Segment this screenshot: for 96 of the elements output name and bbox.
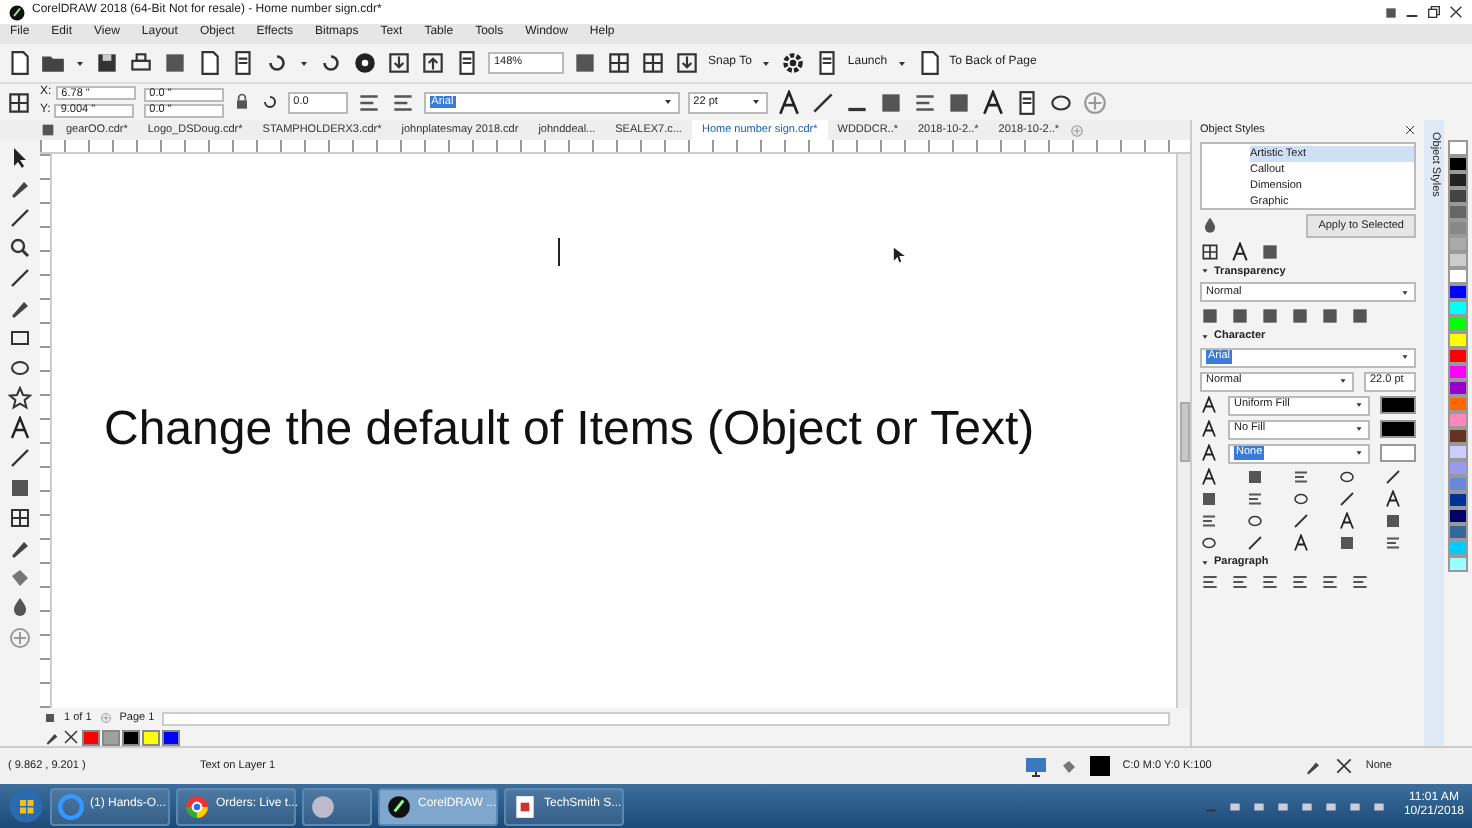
palette-color[interactable]	[1448, 396, 1468, 412]
collapse-icon	[1200, 331, 1210, 342]
palette-color[interactable]	[1448, 412, 1468, 428]
no-outline-icon	[1333, 756, 1354, 776]
no-color-swatch-icon[interactable]	[62, 728, 80, 746]
alignment-icon[interactable]	[1350, 572, 1370, 593]
palette-color[interactable]	[1448, 236, 1468, 252]
caret-icon	[1338, 376, 1348, 387]
palette-color[interactable]	[1448, 540, 1468, 556]
caret-icon	[749, 96, 762, 108]
lock-icon[interactable]	[231, 92, 252, 112]
text-cursor	[558, 238, 560, 266]
alignment-icon[interactable]	[1200, 572, 1220, 593]
caret-icon	[1400, 287, 1410, 298]
close-icon[interactable]	[1404, 124, 1416, 136]
palette-color[interactable]	[1448, 348, 1468, 364]
alignment-icon[interactable]	[1260, 572, 1280, 593]
color-well[interactable]	[1380, 420, 1416, 439]
pen-icon[interactable]	[8, 296, 32, 320]
caret-icon[interactable]	[895, 57, 908, 69]
app-logo-icon	[8, 3, 26, 21]
save-icon[interactable]	[94, 50, 120, 76]
caret-icon[interactable]	[759, 57, 772, 69]
restore-icon[interactable]	[1426, 4, 1442, 20]
redo-icon[interactable]	[318, 50, 344, 76]
palette-color[interactable]	[1448, 460, 1468, 476]
grid-icon[interactable]	[640, 50, 666, 76]
ball-icon[interactable]	[352, 50, 378, 76]
close-icon[interactable]	[1448, 4, 1464, 20]
start-button-icon[interactable]	[8, 788, 44, 824]
palette-color[interactable]	[1448, 172, 1468, 188]
undo-icon[interactable]	[264, 50, 290, 76]
palette-color[interactable]	[1448, 188, 1468, 204]
palette-color[interactable]	[1448, 524, 1468, 540]
alignment-icon[interactable]	[1290, 572, 1310, 593]
palette-color[interactable]	[1448, 444, 1468, 460]
line-icon[interactable]	[8, 446, 32, 470]
horizontal-scrollbar[interactable]	[162, 711, 1170, 725]
palette-color[interactable]	[1448, 140, 1468, 156]
palette-color[interactable]	[1448, 332, 1468, 348]
color-swatch[interactable]	[122, 729, 140, 745]
rotate-icon[interactable]	[259, 92, 280, 112]
page-icon[interactable]	[915, 50, 942, 76]
rectangle-icon[interactable]	[8, 326, 32, 350]
alignment-icon[interactable]	[1230, 572, 1250, 593]
caret-icon[interactable]	[74, 57, 86, 69]
palette-color[interactable]	[1448, 204, 1468, 220]
caret-icon	[1354, 448, 1364, 459]
palette-color[interactable]	[1448, 316, 1468, 332]
settings-icon[interactable]	[779, 50, 806, 76]
print-icon[interactable]	[128, 50, 154, 76]
collapse-icon	[1200, 557, 1210, 568]
position-icon[interactable]	[6, 89, 32, 115]
color-well[interactable]	[1380, 396, 1416, 415]
eyedropper-icon[interactable]	[8, 536, 32, 560]
color-swatch[interactable]	[102, 729, 120, 745]
vertical-scrollbar[interactable]	[1176, 154, 1190, 708]
caret-icon	[661, 96, 674, 108]
star-icon[interactable]	[8, 386, 32, 410]
palette-color[interactable]	[1448, 364, 1468, 380]
palette-color[interactable]	[1448, 428, 1468, 444]
palette-color[interactable]	[1448, 556, 1468, 572]
palette-color[interactable]	[1448, 156, 1468, 172]
palette-color[interactable]	[1448, 268, 1468, 284]
palette-color[interactable]	[1448, 508, 1468, 524]
collapse-icon	[1200, 266, 1210, 277]
palette-color[interactable]	[1448, 492, 1468, 508]
pointer-icon[interactable]	[8, 146, 32, 170]
import-icon[interactable]	[386, 50, 412, 76]
color-swatch[interactable]	[82, 729, 100, 745]
text-icon[interactable]	[8, 416, 32, 440]
caret-icon	[1354, 424, 1364, 435]
taskbar-button[interactable]	[302, 787, 372, 825]
palette-color[interactable]	[1448, 252, 1468, 268]
canvas-text: Change the default of Items (Object or Text)	[104, 402, 1035, 460]
palette-color[interactable]	[1448, 380, 1468, 396]
zoom-icon[interactable]	[8, 236, 32, 260]
palette-color[interactable]	[1448, 476, 1468, 492]
caret-icon	[1354, 400, 1364, 411]
color-well[interactable]	[1380, 444, 1416, 463]
caret-icon[interactable]	[298, 57, 310, 69]
palette-color[interactable]	[1448, 220, 1468, 236]
character-icon[interactable]	[1230, 241, 1250, 262]
color-swatch[interactable]	[162, 729, 180, 745]
ellipse-icon[interactable]	[8, 356, 32, 380]
new-document-icon[interactable]	[6, 50, 32, 76]
fill-swatch	[1090, 756, 1111, 776]
color-swatch[interactable]	[142, 729, 160, 745]
caret-icon	[1400, 352, 1410, 363]
export-icon[interactable]	[420, 50, 446, 76]
object-icon[interactable]	[1200, 241, 1220, 262]
palette-color[interactable]	[1448, 300, 1468, 316]
alignment-icon[interactable]	[1320, 572, 1340, 593]
snap-icon[interactable]	[674, 50, 700, 76]
palette-color[interactable]	[1448, 284, 1468, 300]
bullets-icon[interactable]	[911, 89, 938, 115]
